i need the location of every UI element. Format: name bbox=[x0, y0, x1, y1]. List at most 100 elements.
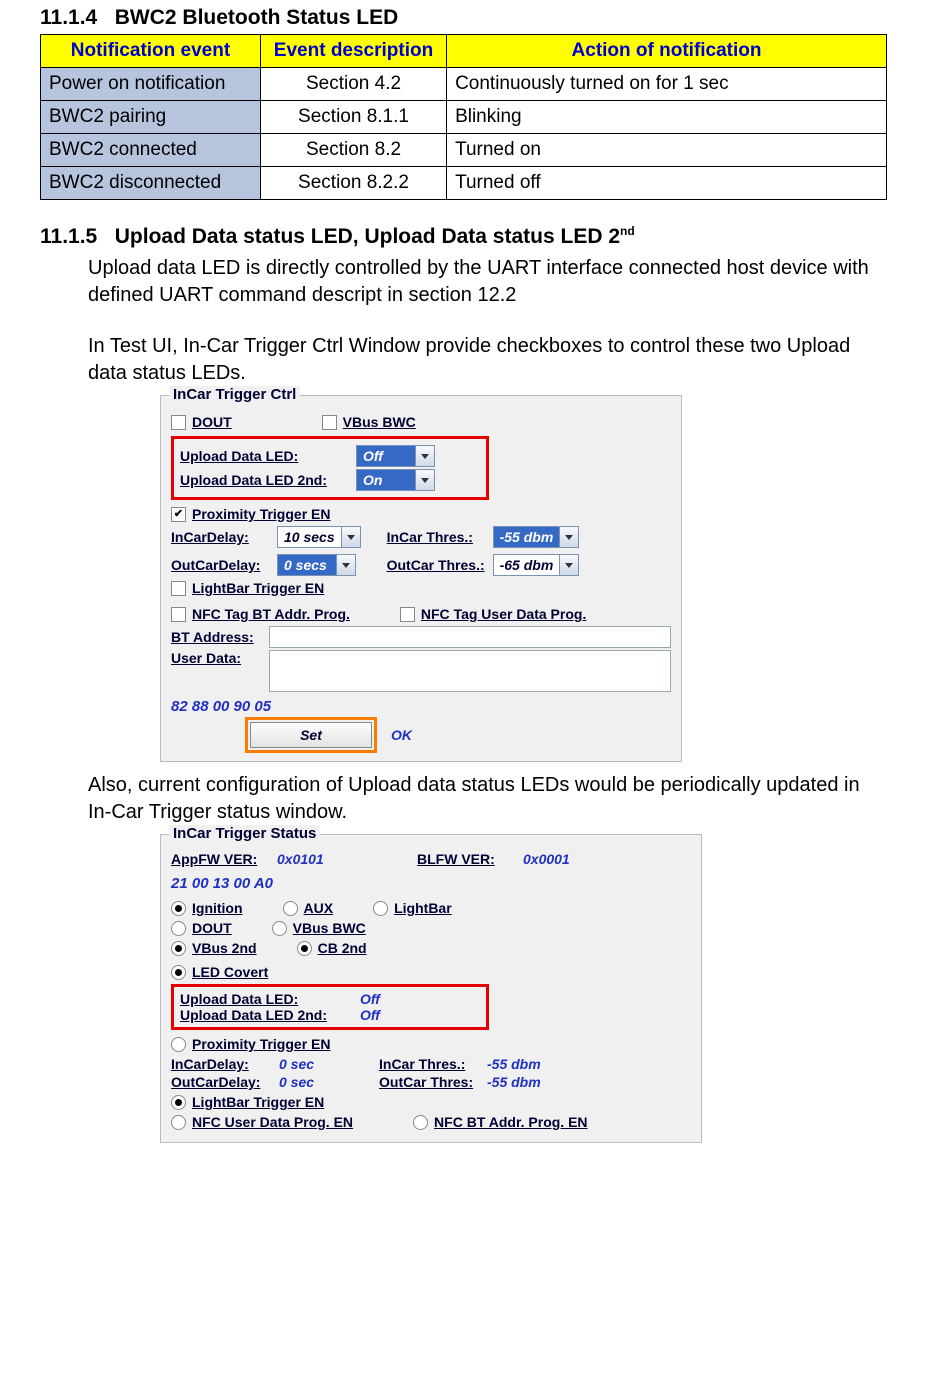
set-button[interactable]: Set bbox=[250, 722, 372, 748]
outcarthres-select[interactable]: -65 dbm bbox=[493, 554, 580, 576]
status-incardelay-label: InCarDelay: bbox=[171, 1056, 271, 1072]
status-incardelay-value: 0 sec bbox=[279, 1056, 339, 1072]
vbus-2nd-label: VBus 2nd bbox=[192, 940, 257, 956]
incar-trigger-ctrl-panel: InCar Trigger Ctrl DOUT VBus BWC Upload … bbox=[160, 395, 682, 762]
incar-trigger-status-panel: InCar Trigger Status AppFW VER:0x0101 BL… bbox=[160, 834, 702, 1143]
status-outcardelay-label: OutCarDelay: bbox=[171, 1074, 271, 1090]
blfw-ver-label: BLFW VER: bbox=[417, 851, 515, 867]
paragraph-3: Also, current configuration of Upload da… bbox=[88, 772, 887, 826]
panel-title: InCar Trigger Ctrl bbox=[169, 386, 300, 403]
paragraph-1: Upload data LED is directly controlled b… bbox=[88, 255, 887, 309]
nfc-user-data-checkbox[interactable] bbox=[400, 607, 415, 622]
chevron-down-icon bbox=[415, 470, 434, 490]
nfc-user-data-prog-label: NFC User Data Prog. EN bbox=[192, 1114, 353, 1130]
heading-11-1-4: 11.1.4 BWC2 Bluetooth Status LED bbox=[40, 6, 887, 30]
chevron-down-icon bbox=[415, 446, 434, 466]
dout-radio[interactable] bbox=[171, 921, 186, 936]
upload-data-led-status-highlight: Upload Data LED:Off Upload Data LED 2nd:… bbox=[171, 984, 489, 1030]
dout-label: DOUT bbox=[192, 414, 232, 430]
lightbar-label: LightBar bbox=[394, 900, 452, 916]
heading-title: Upload Data status LED, Upload Data stat… bbox=[115, 225, 620, 248]
lightbar-trigger-checkbox[interactable] bbox=[171, 581, 186, 596]
heading-suffix: nd bbox=[620, 224, 635, 238]
chevron-down-icon bbox=[336, 555, 355, 575]
status-uled2-value: Off bbox=[360, 1007, 380, 1023]
cb-2nd-radio[interactable] bbox=[297, 941, 312, 956]
nfc-bt-addr-prog-radio[interactable] bbox=[413, 1115, 428, 1130]
status-hex: 21 00 13 00 A0 bbox=[171, 875, 691, 892]
cb-2nd-label: CB 2nd bbox=[318, 940, 367, 956]
lightbar-trigger-en-radio[interactable] bbox=[171, 1095, 186, 1110]
ignition-radio[interactable] bbox=[171, 901, 186, 916]
upload-data-led-select[interactable]: Off bbox=[356, 445, 435, 467]
chevron-down-icon bbox=[559, 527, 578, 547]
dout-checkbox[interactable] bbox=[171, 415, 186, 430]
upload-data-led-highlight: Upload Data LED: Off Upload Data LED 2nd… bbox=[171, 436, 489, 500]
status-outcardelay-value: 0 sec bbox=[279, 1074, 339, 1090]
nfc-bt-addr-prog-label: NFC BT Addr. Prog. EN bbox=[434, 1114, 587, 1130]
blfw-ver-value: 0x0001 bbox=[523, 851, 603, 867]
heading-11-1-5: 11.1.5 Upload Data status LED, Upload Da… bbox=[40, 224, 887, 249]
cell-action: Blinking bbox=[447, 101, 887, 134]
bt-address-input[interactable] bbox=[269, 626, 671, 648]
cell-desc: Section 8.1.1 bbox=[260, 101, 446, 134]
lightbar-trigger-en-label: LightBar Trigger EN bbox=[192, 1094, 324, 1110]
vbus-bwc-label: VBus BWC bbox=[343, 414, 416, 430]
proximity-trigger-radio[interactable] bbox=[171, 1037, 186, 1052]
incarthres-select[interactable]: -55 dbm bbox=[493, 526, 580, 548]
table-row: BWC2 pairing Section 8.1.1 Blinking bbox=[41, 101, 887, 134]
cell-desc: Section 8.2.2 bbox=[260, 167, 446, 200]
user-data-input[interactable] bbox=[269, 650, 671, 692]
upload-data-led-label: Upload Data LED: bbox=[180, 448, 350, 464]
outcardelay-select[interactable]: 0 secs bbox=[277, 554, 356, 576]
incardelay-value: 10 secs bbox=[278, 529, 341, 545]
outcarthres-value: -65 dbm bbox=[494, 557, 560, 573]
nfc-bt-addr-checkbox[interactable] bbox=[171, 607, 186, 622]
proximity-trigger-label: Proximity Trigger EN bbox=[192, 1036, 330, 1052]
panel-title: InCar Trigger Status bbox=[169, 825, 320, 842]
nfc-user-data-prog-radio[interactable] bbox=[171, 1115, 186, 1130]
incarthres-value: -55 dbm bbox=[494, 529, 560, 545]
appfw-ver-value: 0x0101 bbox=[277, 851, 357, 867]
th-action: Action of notification bbox=[447, 35, 887, 68]
led-covert-radio[interactable] bbox=[171, 965, 186, 980]
vbus-bwc-label: VBus BWC bbox=[293, 920, 366, 936]
incardelay-select[interactable]: 10 secs bbox=[277, 526, 361, 548]
status-outcarthres-value: -55 dbm bbox=[487, 1074, 547, 1090]
upload-data-led-2nd-select[interactable]: On bbox=[356, 469, 435, 491]
heading-title: BWC2 Bluetooth Status LED bbox=[115, 6, 399, 29]
vbus-bwc-checkbox[interactable] bbox=[322, 415, 337, 430]
th-notification-event: Notification event bbox=[41, 35, 261, 68]
vbus-bwc-radio[interactable] bbox=[272, 921, 287, 936]
table-row: Power on notification Section 4.2 Contin… bbox=[41, 68, 887, 101]
vbus-2nd-radio[interactable] bbox=[171, 941, 186, 956]
th-event-description: Event description bbox=[260, 35, 446, 68]
cell-desc: Section 8.2 bbox=[260, 134, 446, 167]
proximity-trigger-checkbox[interactable] bbox=[171, 507, 186, 522]
paragraph-2: In Test UI, In-Car Trigger Ctrl Window p… bbox=[88, 333, 887, 387]
ok-status: OK bbox=[391, 727, 412, 743]
cell-event: BWC2 connected bbox=[41, 134, 261, 167]
incardelay-label: InCarDelay: bbox=[171, 529, 271, 545]
led-covert-label: LED Covert bbox=[192, 964, 268, 980]
cell-action: Continuously turned on for 1 sec bbox=[447, 68, 887, 101]
nfc-user-data-label: NFC Tag User Data Prog. bbox=[421, 606, 586, 622]
appfw-ver-label: AppFW VER: bbox=[171, 851, 269, 867]
user-data-label: User Data: bbox=[171, 650, 263, 666]
table-row: BWC2 connected Section 8.2 Turned on bbox=[41, 134, 887, 167]
heading-number: 11.1.5 bbox=[40, 225, 97, 248]
proximity-trigger-label: Proximity Trigger EN bbox=[192, 506, 330, 522]
lightbar-radio[interactable] bbox=[373, 901, 388, 916]
nfc-bt-addr-label: NFC Tag BT Addr. Prog. bbox=[192, 606, 350, 622]
status-incarthres-label: InCar Thres.: bbox=[379, 1056, 479, 1072]
cell-event: Power on notification bbox=[41, 68, 261, 101]
cell-action: Turned off bbox=[447, 167, 887, 200]
dout-label: DOUT bbox=[192, 920, 232, 936]
set-button-highlight: Set bbox=[245, 717, 377, 753]
cell-action: Turned on bbox=[447, 134, 887, 167]
aux-radio[interactable] bbox=[283, 901, 298, 916]
status-incarthres-value: -55 dbm bbox=[487, 1056, 547, 1072]
lightbar-trigger-label: LightBar Trigger EN bbox=[192, 580, 324, 596]
hex-status: 82 88 00 90 05 bbox=[171, 698, 671, 715]
incarthres-label: InCar Thres.: bbox=[387, 529, 487, 545]
